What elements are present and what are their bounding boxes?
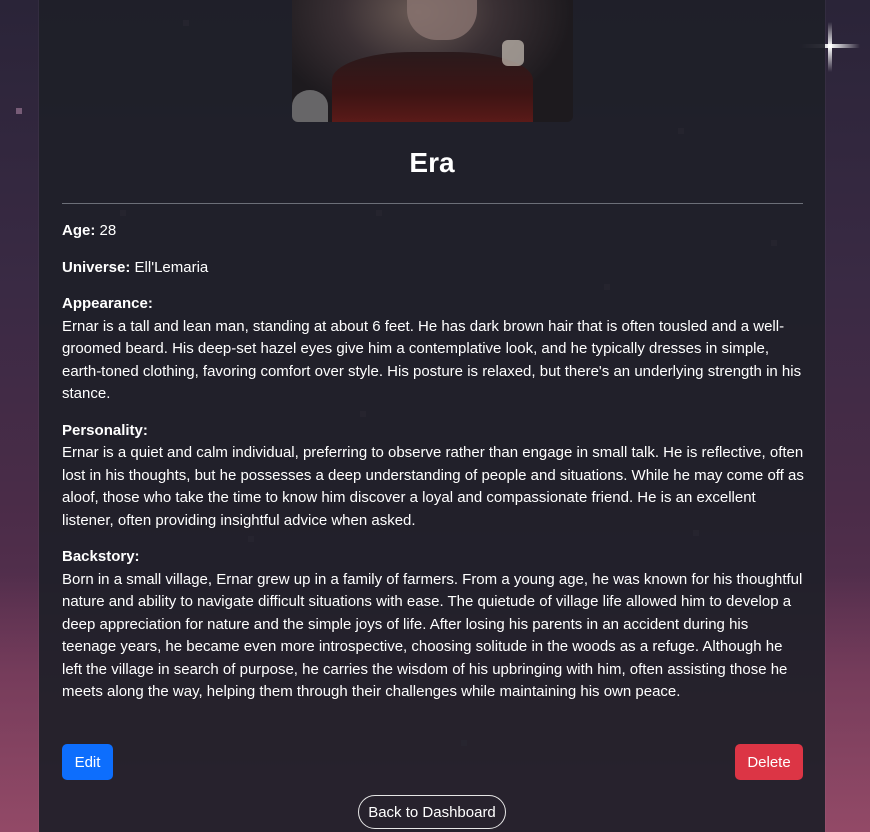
personality-label: Personality: (62, 421, 148, 439)
character-portrait (292, 0, 573, 122)
appearance-label: Appearance: (62, 295, 153, 312)
universe-row: Universe: Ell'Lemaria (62, 257, 806, 280)
personality-section: Personality: Ernar is a quiet and calm i… (62, 420, 806, 533)
character-name: Era (409, 147, 455, 178)
personality-text: Ernar is a quiet and calm individual, pr… (62, 444, 804, 529)
backstory-section: Backstory: Born in a small village, Erna… (62, 546, 806, 704)
backstory-label: Backstory: (62, 548, 140, 565)
appearance-text: Ernar is a tall and lean man, standing a… (62, 317, 802, 403)
character-card: Era Age: 28 Universe: Ell'Lemaria Appear… (39, 0, 825, 832)
age-label: Age: (62, 222, 96, 239)
edit-button[interactable]: Edit (62, 744, 113, 780)
character-details: Age: 28 Universe: Ell'Lemaria Appearance… (62, 220, 806, 718)
age-value: 28 (99, 222, 117, 239)
appearance-section: Appearance: Ernar is a tall and lean man… (62, 293, 806, 406)
star (16, 108, 22, 114)
backstory-text: Born in a small village, Ernar grew up i… (62, 570, 803, 701)
universe-label: Universe: (62, 258, 131, 276)
back-to-dashboard-button[interactable]: Back to Dashboard (358, 795, 506, 829)
divider (62, 203, 803, 204)
delete-button[interactable]: Delete (735, 744, 803, 780)
age-row: Age: 28 (62, 220, 806, 243)
universe-value: Ell'Lemaria (134, 258, 209, 276)
